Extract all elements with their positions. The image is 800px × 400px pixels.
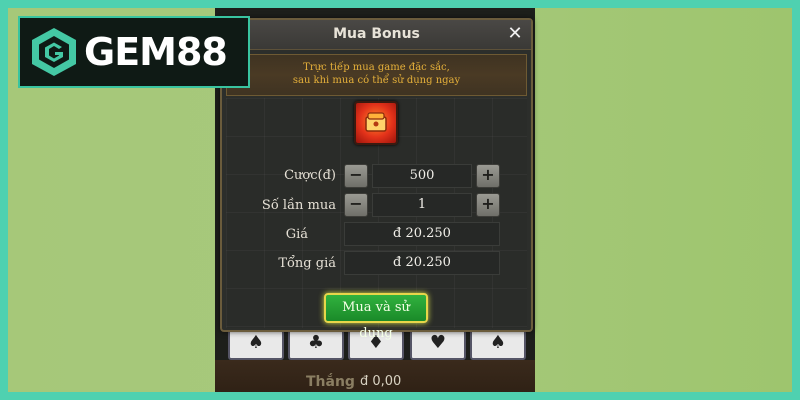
bet-decrease-button[interactable]: −: [344, 164, 368, 188]
price-value: đ 20.250: [344, 222, 500, 246]
bet-label: Cược(đ): [284, 168, 336, 183]
subtitle-line-2: sau khi mua có thể sử dụng ngay: [292, 75, 461, 86]
dialog-subtitle: Trực tiếp mua game đặc sắc, sau khi mua …: [226, 54, 527, 96]
dialog-header: Mua Bonus ✕: [222, 20, 531, 50]
total-price-label: Tổng giá: [278, 256, 336, 271]
bet-increase-button[interactable]: +: [476, 164, 500, 188]
screenshot-frame: ♠ ♣ ♦ ♥ ♠ Thắng đ 0,00 Mua Bonus ✕ Trực …: [0, 0, 800, 400]
count-increase-button[interactable]: +: [476, 193, 500, 217]
subtitle-line-1: Trực tiếp mua game đặc sắc,: [303, 62, 450, 73]
close-button[interactable]: ✕: [505, 24, 525, 44]
price-label: Giá: [285, 227, 308, 242]
bet-value-field[interactable]: 500: [372, 164, 472, 188]
bonus-chest-icon: [354, 101, 398, 145]
buy-and-use-button[interactable]: Mua và sử dụng: [324, 293, 428, 341]
total-price-value: đ 20.250: [344, 251, 500, 275]
treasure-icon: [365, 112, 387, 132]
count-decrease-button[interactable]: −: [344, 193, 368, 217]
purchase-count-label: Số lần mua: [261, 198, 336, 213]
brand-logo: GEM88: [18, 16, 250, 88]
win-value: đ 0,00: [360, 374, 402, 389]
win-label: Thắng: [306, 374, 355, 390]
brand-name: GEM88: [84, 30, 228, 74]
dialog-title: Mua Bonus: [333, 26, 420, 42]
gem-logo-icon: [32, 28, 76, 76]
count-value-field[interactable]: 1: [372, 193, 472, 217]
